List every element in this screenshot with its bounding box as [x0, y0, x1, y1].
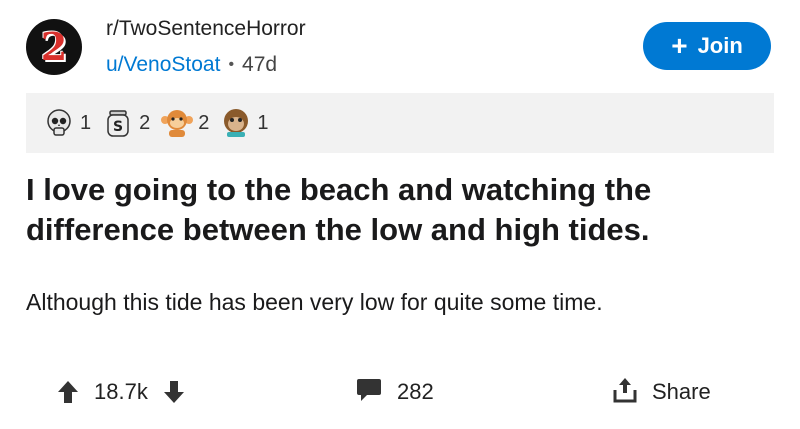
post-body: Although this tide has been very low for… [26, 289, 603, 315]
post-title[interactable]: I love going to the beach and watching t… [26, 170, 776, 250]
awards-bar[interactable]: 1 S 2 2 1 [26, 93, 774, 153]
svg-text:S: S [113, 119, 123, 135]
award-count: 1 [80, 111, 92, 134]
post-actions: 18.7k 282 Share [0, 370, 800, 414]
vote-controls: 18.7k [56, 370, 186, 414]
award-count: 1 [257, 111, 269, 134]
share-label: Share [652, 379, 711, 404]
award-item[interactable]: 1 [219, 106, 269, 140]
jar-award-icon: S [101, 106, 135, 140]
monkey-award-icon [160, 106, 194, 140]
share-icon [612, 376, 638, 409]
comment-count: 282 [397, 379, 434, 404]
join-label: Join [697, 33, 743, 58]
award-item[interactable]: 2 [160, 106, 209, 140]
share-button[interactable]: Share [612, 370, 711, 414]
skull-award-icon [42, 106, 76, 140]
post-header: 2 r/TwoSentenceHorror u/VenoStoat • 47d … [26, 12, 776, 82]
comment-icon [355, 377, 383, 408]
ape-award-icon [219, 106, 253, 140]
plus-icon: + [671, 30, 688, 61]
award-count: 2 [198, 111, 210, 134]
award-item[interactable]: S 2 [101, 106, 150, 140]
subreddit-avatar[interactable]: 2 [26, 19, 82, 75]
subreddit-name[interactable]: r/TwoSentenceHorror [106, 16, 306, 42]
award-item[interactable]: 1 [42, 106, 91, 140]
vote-score: 18.7k [94, 379, 148, 404]
post-byline: u/VenoStoat • 47d [106, 52, 306, 78]
comments-button[interactable]: 282 [355, 370, 434, 414]
award-count: 2 [139, 111, 151, 134]
downvote-icon[interactable] [162, 379, 186, 405]
separator-dot: • [228, 56, 235, 73]
post-age: 47d [242, 53, 278, 76]
author-username[interactable]: u/VenoStoat [106, 52, 220, 78]
join-button[interactable]: + Join [643, 22, 771, 70]
upvote-icon[interactable] [56, 379, 80, 405]
post-meta: r/TwoSentenceHorror u/VenoStoat • 47d [106, 16, 306, 78]
subreddit-avatar-text: 2 [40, 24, 68, 69]
